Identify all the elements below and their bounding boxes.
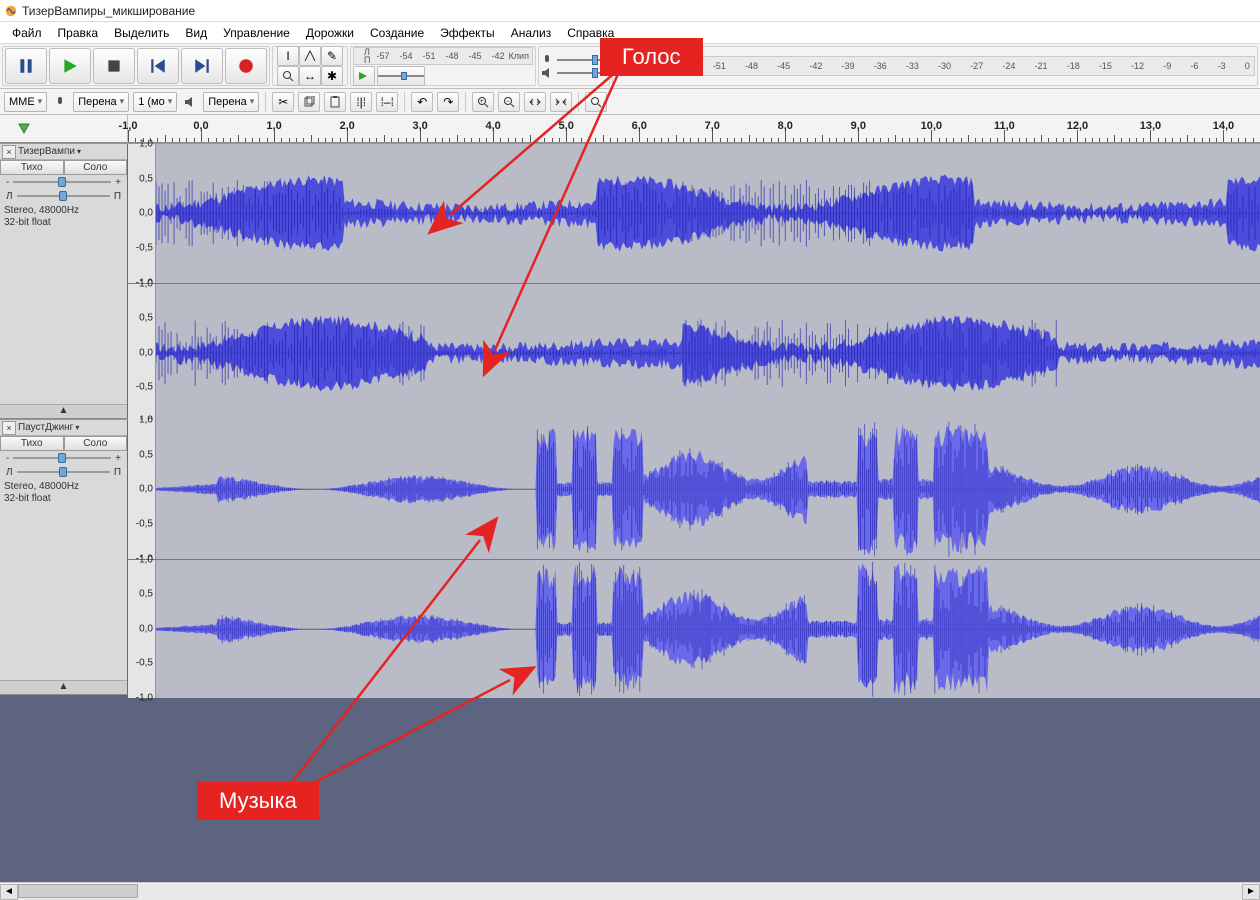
svg-text:−: − [506,99,510,105]
skip-end-button[interactable] [181,48,223,84]
track-2-close-button[interactable]: × [2,421,16,435]
track-1-pan-slider[interactable]: ЛП [0,189,127,203]
svg-text:+: + [480,99,484,105]
fit-project-button[interactable] [550,92,572,112]
transport-toolbar [2,46,270,86]
window-title: ТизерВампиры_микширование [22,4,195,18]
menu-tracks[interactable]: Дорожки [298,24,362,42]
track-1-waveform[interactable]: 1,00,50,0-0,5-1,0 1,00,50,0-0,5-1,0 [128,144,1260,418]
track-2-collapse-button[interactable]: ▲ [0,680,127,694]
ruler-pin[interactable] [0,115,128,143]
track-1: × ТизерВампи Тихо Соло -+ ЛП Stereo, 480… [0,143,1260,419]
paste-button[interactable] [324,92,346,112]
redo-button[interactable]: ↷ [437,92,459,112]
annotation-music: Музыка [197,782,319,820]
multi-tool[interactable]: ✱ [321,66,343,86]
copy-button[interactable] [298,92,320,112]
track-2-mute-button[interactable]: Тихо [0,436,64,451]
meter-r: П [364,55,370,65]
menu-generate[interactable]: Создание [362,24,432,42]
annotation-voice: Голос [600,38,703,76]
input-device-select[interactable]: Перена [73,92,129,112]
menu-edit[interactable]: Правка [50,24,107,42]
track-1-gain-slider[interactable]: -+ [0,175,127,189]
envelope-tool[interactable] [299,46,321,66]
cut-button[interactable]: ✂ [272,92,294,112]
track-1-info: Stereo, 48000Hz32-bit float [0,203,127,231]
menu-file[interactable]: Файл [4,24,50,42]
track-2-waveform[interactable]: 1,00,50,0-0,5-1,0 1,00,50,0-0,5-1,0 [128,420,1260,694]
scroll-right-button[interactable]: ► [1242,884,1260,900]
track-1-close-button[interactable]: × [2,145,16,159]
meter-clip: Клип [509,51,529,61]
toolbar-row-2: MME Перена 1 (мо Перена ✂ ⁞|⁞ ⁞‒⁞ ↶ ↷ + … [0,89,1260,115]
undo-button[interactable]: ↶ [411,92,433,112]
track-2-gain-slider[interactable]: -+ [0,451,127,465]
stop-button[interactable] [93,48,135,84]
menu-effects[interactable]: Эффекты [432,24,503,42]
title-bar: ТизерВампиры_микширование [0,0,1260,22]
trim-button[interactable]: ⁞|⁞ [350,92,372,112]
output-device-select[interactable]: Перена [203,92,259,112]
track-2-header: × ПаустДжинг Тихо Соло -+ ЛП Stereo, 480… [0,420,128,694]
timeshift-tool[interactable]: ↔ [299,66,321,86]
track-2: × ПаустДжинг Тихо Соло -+ ЛП Stereo, 480… [0,419,1260,695]
track-1-solo-button[interactable]: Соло [64,160,128,175]
record-button[interactable] [225,48,267,84]
spk-vol-icon [541,67,553,79]
track-1-collapse-button[interactable]: ▲ [0,404,127,418]
app-icon [4,4,18,18]
horizontal-scrollbar[interactable]: ◄ ► [0,882,1260,900]
play-at-speed-button[interactable] [353,66,375,86]
track-2-pan-slider[interactable]: ЛП [0,465,127,479]
track-2-solo-button[interactable]: Соло [64,436,128,451]
speaker-device-icon [181,93,199,111]
track-1-name-dropdown[interactable]: ТизерВампи [18,146,127,157]
menu-view[interactable]: Вид [177,24,215,42]
rec-meter-toolbar: ЛП -57-54-51-48-45-42 Клип [350,46,536,86]
play-meter-scale[interactable]: -57-54-51-48-45-42-39-36-33-30-27-24-21-… [643,56,1255,76]
menu-transport[interactable]: Управление [215,24,298,42]
playback-speed-slider[interactable] [377,66,425,86]
selection-tool[interactable]: I [277,46,299,66]
track-1-header: × ТизерВампи Тихо Соло -+ ЛП Stereo, 480… [0,144,128,418]
scroll-left-button[interactable]: ◄ [0,884,18,900]
play-meter-toolbar: ЛП -57-54-51-48-45-42-39-36-33-30-27-24-… [612,46,1258,86]
timeline-ruler-row: -1,00,01,02,03,04,05,06,07,08,09,010,011… [0,115,1260,143]
track-1-mute-button[interactable]: Тихо [0,160,64,175]
zoom-toggle-button[interactable] [585,92,607,112]
mic-device-icon [51,93,69,111]
timeline-ruler[interactable]: -1,00,01,02,03,04,05,06,07,08,09,010,011… [128,115,1260,142]
menu-select[interactable]: Выделить [106,24,177,42]
track-2-name-dropdown[interactable]: ПаустДжинг [18,422,127,433]
zoom-in-button[interactable]: + [472,92,494,112]
host-select[interactable]: MME [4,92,47,112]
skip-start-button[interactable] [137,48,179,84]
zoom-tool[interactable] [277,66,299,86]
play-button[interactable] [49,48,91,84]
rec-meter-scale[interactable]: -57-54-51-48-45-42 [376,51,504,61]
pause-button[interactable] [5,48,47,84]
mic-vol-icon [541,54,553,66]
scroll-thumb[interactable] [18,884,138,898]
track-2-info: Stereo, 48000Hz32-bit float [0,479,127,507]
menu-analyze[interactable]: Анализ [503,24,560,42]
zoom-out-button[interactable]: − [498,92,520,112]
tracks-area: × ТизерВампи Тихо Соло -+ ЛП Stereo, 480… [0,143,1260,695]
fit-selection-button[interactable] [524,92,546,112]
input-channels-select[interactable]: 1 (мо [133,92,177,112]
draw-tool[interactable]: ✎ [321,46,343,66]
silence-button[interactable]: ⁞‒⁞ [376,92,398,112]
tools-toolbar: I ✎ ↔ ✱ [272,46,348,86]
